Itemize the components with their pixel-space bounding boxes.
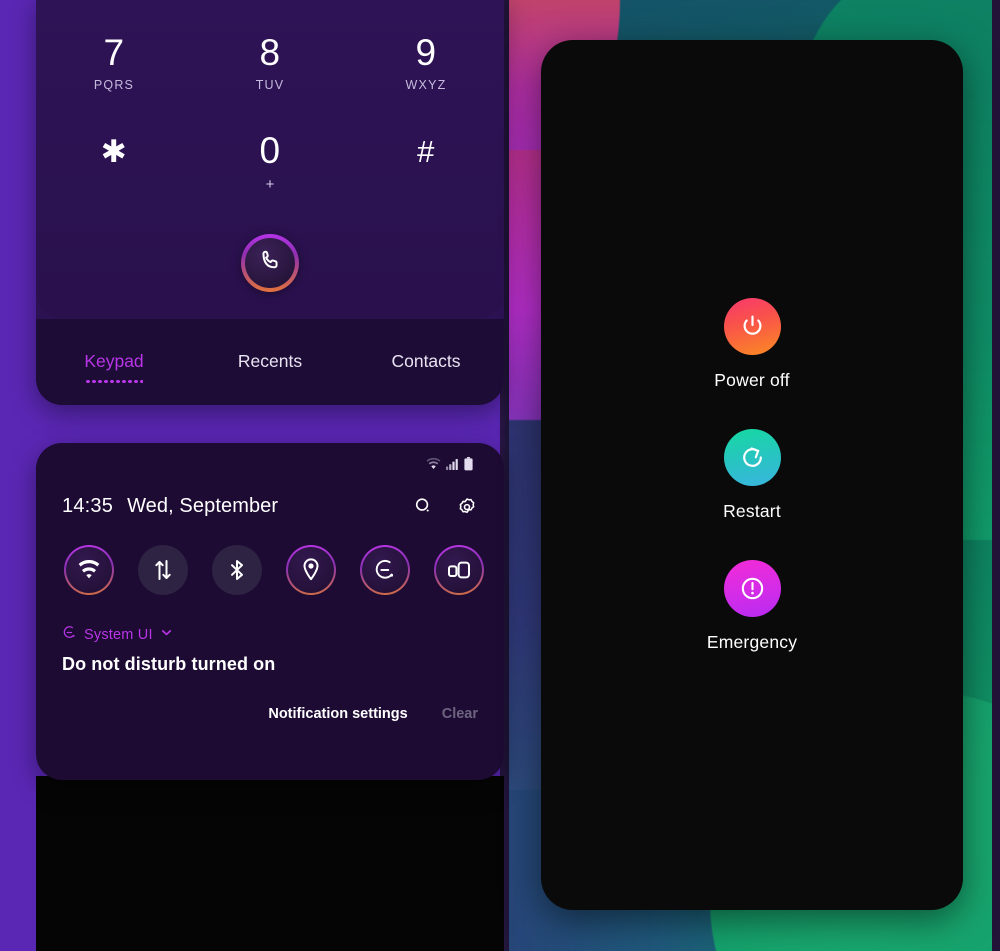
power-off-label: Power off [714,369,790,390]
mobile-data-toggle-inner [138,545,188,595]
quick-settings-row [36,527,504,595]
call-button-inner [245,238,295,288]
wifi-icon [76,560,102,580]
battery-icon [464,457,473,471]
tab-keypad[interactable]: Keypad [36,350,192,383]
power-off-button[interactable] [723,297,781,355]
call-button[interactable] [241,234,299,292]
wifi-icon [426,458,441,470]
notification-settings-button[interactable]: Notification settings [268,706,407,722]
clear-button[interactable]: Clear [442,706,478,722]
key-star[interactable]: ✱ [36,122,192,218]
key-digit: # [417,134,435,169]
keypad-grid: 7 PQRS 8 TUV 9 WXYZ ✱ 0 + # [36,24,504,218]
multi-window-toggle-inner [436,547,482,593]
dialer-tab-bar: Keypad Recents Contacts [36,319,504,405]
bluetooth-toggle-inner [212,545,262,595]
restart-option[interactable]: Restart [662,428,842,522]
signal-icon [446,458,459,470]
power-off-option[interactable]: Power off [662,297,842,391]
location-pin-icon [300,557,322,583]
key-digit: 9 [415,32,437,73]
key-digit: 7 [103,32,125,73]
bluetooth-icon [227,558,247,582]
tab-label: Recents [237,350,303,371]
power-icon [739,313,766,340]
emergency-button[interactable] [723,559,781,617]
wifi-toggle-inner [66,547,112,593]
key-letters: WXYZ [405,78,447,92]
gear-icon[interactable] [456,495,478,517]
key-letters: + [265,176,275,193]
wifi-toggle[interactable] [64,545,114,595]
notification-app-name: System UI [84,627,153,643]
power-menu-card: Power off Restart Emergency [541,40,963,910]
do-not-disturb-icon [373,558,397,582]
key-8[interactable]: 8 TUV [192,24,348,120]
dialer-keypad: 7 PQRS 8 TUV 9 WXYZ ✱ 0 + # [36,0,504,319]
screenshot-root: 7 PQRS 8 TUV 9 WXYZ ✱ 0 + # Keypad Recen… [0,0,1000,951]
emergency-option[interactable]: Emergency [662,559,842,653]
restart-label: Restart [723,500,781,521]
key-digit: 0 [259,130,281,171]
mobile-data-icon [152,558,174,582]
multi-window-icon [446,558,472,582]
notification-item: System UI Do not disturb turned on Notif… [36,625,504,722]
tab-contacts[interactable]: Contacts [348,351,504,374]
location-toggle-inner [288,547,334,593]
notification-actions: Notification settings Clear [62,706,478,722]
key-9[interactable]: 9 WXYZ [348,24,504,120]
phone-icon [258,248,283,278]
date-label: Wed, September [127,494,279,517]
mobile-data-toggle[interactable] [138,545,188,595]
emergency-icon [739,575,766,602]
tab-recents[interactable]: Recents [192,351,348,374]
bluetooth-toggle[interactable] [212,545,262,595]
notification-title: Do not disturb turned on [62,654,276,674]
tab-active-underline [85,379,143,383]
key-digit: 8 [259,32,281,73]
do-not-disturb-toggle[interactable] [360,545,410,595]
clock: 14:35 [62,494,114,517]
restart-button[interactable] [723,428,781,486]
wallpaper-right-edge [992,0,1000,951]
key-7[interactable]: 7 PQRS [36,24,192,120]
key-0[interactable]: 0 + [192,122,348,218]
status-bar [36,443,504,485]
do-not-disturb-toggle-inner [362,547,408,593]
key-letters: PQRS [93,78,135,92]
dialer-card: 7 PQRS 8 TUV 9 WXYZ ✱ 0 + # Keypad Recen… [36,0,504,405]
location-toggle[interactable] [286,545,336,595]
restart-icon [739,444,766,471]
tab-label: Keypad [84,350,144,371]
key-hash[interactable]: # [348,122,504,218]
call-button-wrap [36,234,504,292]
multi-window-toggle[interactable] [434,545,484,595]
notification-app-row[interactable]: System UI [62,625,478,645]
search-icon[interactable] [413,496,434,517]
emergency-label: Emergency [706,631,798,652]
key-letters: TUV [255,78,285,92]
notification-shade: 14:35 Wed, September System UI Do not di… [36,443,504,780]
do-not-disturb-icon [62,625,77,645]
tab-label: Contacts [391,350,461,371]
key-digit: ✱ [100,134,128,169]
chevron-down-icon[interactable] [160,626,173,644]
shade-header: 14:35 Wed, September [36,485,504,527]
app-background-panel [36,776,504,951]
